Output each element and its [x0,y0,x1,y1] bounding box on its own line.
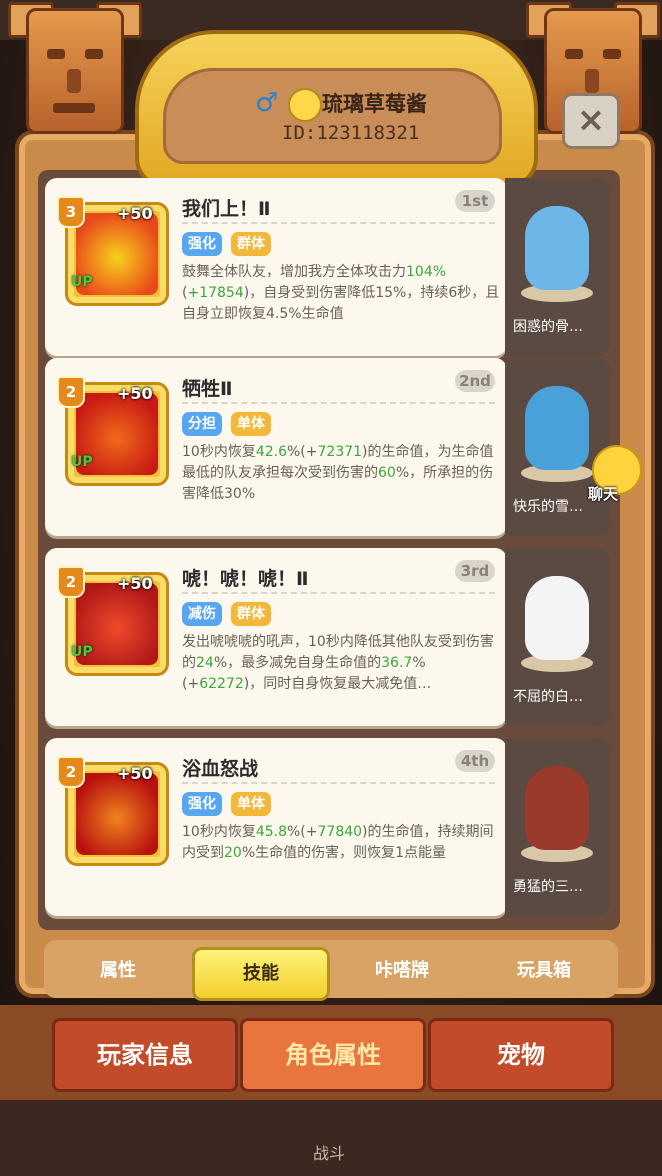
male-symbol-icon: ♂ [255,88,279,118]
skill-value-highlight: 60 [378,465,396,481]
skill-card[interactable]: 2 +50 UP 唬！唬！唬！Ⅱ 3rd 减伤 群体发出唬唬唬的吼声，10秒内降低其他队友受… [45,548,507,726]
chat-button[interactable]: 聊天 [588,445,642,503]
skill-card[interactable]: 2 +50 浴血怒战 4th 强化 单体 10秒内恢复45.8%(+77840)的生命值，持… [45,738,507,916]
skill-description-text: %生命值的伤害，则恢复1点能量 [241,845,447,861]
skill-level-badge: 2 [57,376,85,408]
pet-image [525,766,589,850]
skill-description-text: )，同时自身恢复最大减免值… [243,676,432,692]
skill-description-text: 鼓舞全体队友，增加我方全体攻击力 [182,264,406,280]
skill-tag: 强化 [182,232,222,256]
skill-description: 发出唬唬唬的吼声，10秒内降低其他队友受到伤害的24%，最多减免自身生命值的36… [182,632,500,695]
tab-skills[interactable]: 技能 [192,947,330,1001]
skill-description: 10秒内恢复42.6%(+72371)的生命值，为生命值最低的队友承担每次受到伤… [182,442,500,505]
skill-description-text: %(+ [287,824,318,840]
skill-value-highlight: +17854 [187,285,244,301]
nav-pets[interactable]: 宠物 [428,1018,614,1092]
skill-title: 唬！唬！唬！Ⅱ [182,568,309,590]
pet-slot[interactable]: 困惑的骨… [505,178,610,356]
skill-rank-badge: 4th [455,750,495,772]
skill-tag: 分担 [182,412,222,436]
skill-value-highlight: 72371 [317,444,363,460]
skill-tag: 单体 [231,412,271,436]
skill-level-badge: 3 [57,196,85,228]
skill-description: 鼓舞全体队友，增加我方全体攻击力104%(+17854)，自身受到伤害降低15%… [182,262,500,325]
avatar-emoji-icon [288,88,322,122]
player-name: 琉璃草莓酱 [322,92,427,116]
skill-value-highlight: 45.8 [255,824,287,840]
skill-value-highlight: 77840 [317,824,363,840]
chat-label: 聊天 [588,485,619,503]
skill-value-highlight: 42.6 [255,444,287,460]
battle-label[interactable]: 战斗 [313,1140,345,1164]
skill-rank-badge: 1st [455,190,495,212]
skill-up-indicator: UP [71,274,93,290]
skill-description-text: 10秒内恢复 [182,824,256,840]
skill-card[interactable]: 2 +50 UP 牺牲Ⅱ 2nd 分担 单体 10秒内恢复42.6%(+72371)的生命值，… [45,358,507,536]
skill-value-highlight: 104% [406,264,447,280]
pet-slot[interactable]: 不屈的白… [505,548,610,726]
skill-description: 10秒内恢复45.8%(+77840)的生命值，持续期间内受到20%生命值的伤害… [182,822,500,864]
divider [182,402,495,404]
pet-image [525,576,589,660]
player-id: ID:123118321 [282,122,420,144]
skill-value-highlight: 24 [196,655,214,671]
close-button[interactable]: × [562,93,620,149]
tab-toybox[interactable]: 玩具箱 [478,947,610,995]
skill-value-highlight: 36.7 [381,655,413,671]
pet-image [525,386,589,470]
skill-bonus: +50 [117,204,153,223]
skill-tag: 群体 [231,602,271,626]
tiki-statue-left [8,2,142,158]
skill-up-indicator: UP [71,454,93,470]
pet-slot[interactable]: 勇猛的三… [505,738,610,916]
skill-rank-badge: 2nd [455,370,495,392]
skill-up-indicator: UP [71,644,93,660]
pet-name: 困惑的骨… [513,319,583,335]
skill-level-badge: 2 [57,566,85,598]
skill-tag: 减伤 [182,602,222,626]
tab-cards[interactable]: 咔嗒牌 [336,947,468,995]
skill-tag: 群体 [231,232,271,256]
skill-rank-badge: 3rd [455,560,495,582]
skill-tag: 强化 [182,792,222,816]
skill-tag: 单体 [231,792,271,816]
skill-bonus: +50 [117,384,153,403]
skill-description-text: %(+ [287,444,318,460]
skill-level-badge: 2 [57,756,85,788]
pet-name: 勇猛的三… [513,879,583,895]
skill-bonus: +50 [117,574,153,593]
skill-description-text: %，最多减免自身生命值的 [213,655,382,671]
skill-description-text: 10秒内恢复 [182,444,256,460]
skill-title: 浴血怒战 [182,758,259,780]
skill-bonus: +50 [117,764,153,783]
divider [182,592,495,594]
game-bottom-bar [0,1100,662,1176]
pet-image [525,206,589,290]
skill-value-highlight: 20 [224,845,242,861]
skill-card[interactable]: 3 +50 UP 我们上！Ⅱ 1st 强化 群体鼓舞全体队友，增加我方全体攻击力104%(+… [45,178,507,356]
skill-title: 牺牲Ⅱ [182,378,233,400]
pet-name: 不屈的白… [513,689,583,705]
divider [182,222,495,224]
nav-player-info[interactable]: 玩家信息 [52,1018,238,1092]
skill-value-highlight: 62272 [199,676,244,692]
divider [182,782,495,784]
skill-title: 我们上！Ⅱ [182,198,271,220]
nav-character-attributes[interactable]: 角色属性 [240,1018,426,1092]
tab-attributes[interactable]: 属性 [52,947,184,995]
